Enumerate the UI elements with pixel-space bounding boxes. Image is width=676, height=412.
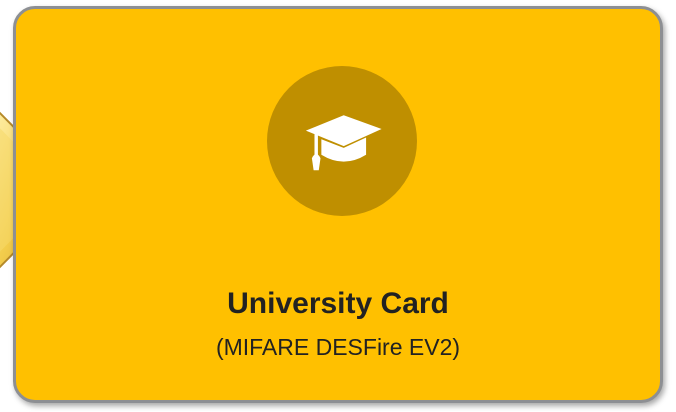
card-emblem-circle bbox=[267, 66, 417, 216]
university-card: University Card (MIFARE DESFire EV2) bbox=[13, 6, 663, 403]
card-title: University Card bbox=[227, 287, 449, 320]
card-subtitle: (MIFARE DESFire EV2) bbox=[215, 334, 461, 360]
graduation-cap-icon bbox=[305, 115, 382, 171]
diagram-stage: University Card (MIFARE DESFire EV2) bbox=[0, 0, 676, 412]
